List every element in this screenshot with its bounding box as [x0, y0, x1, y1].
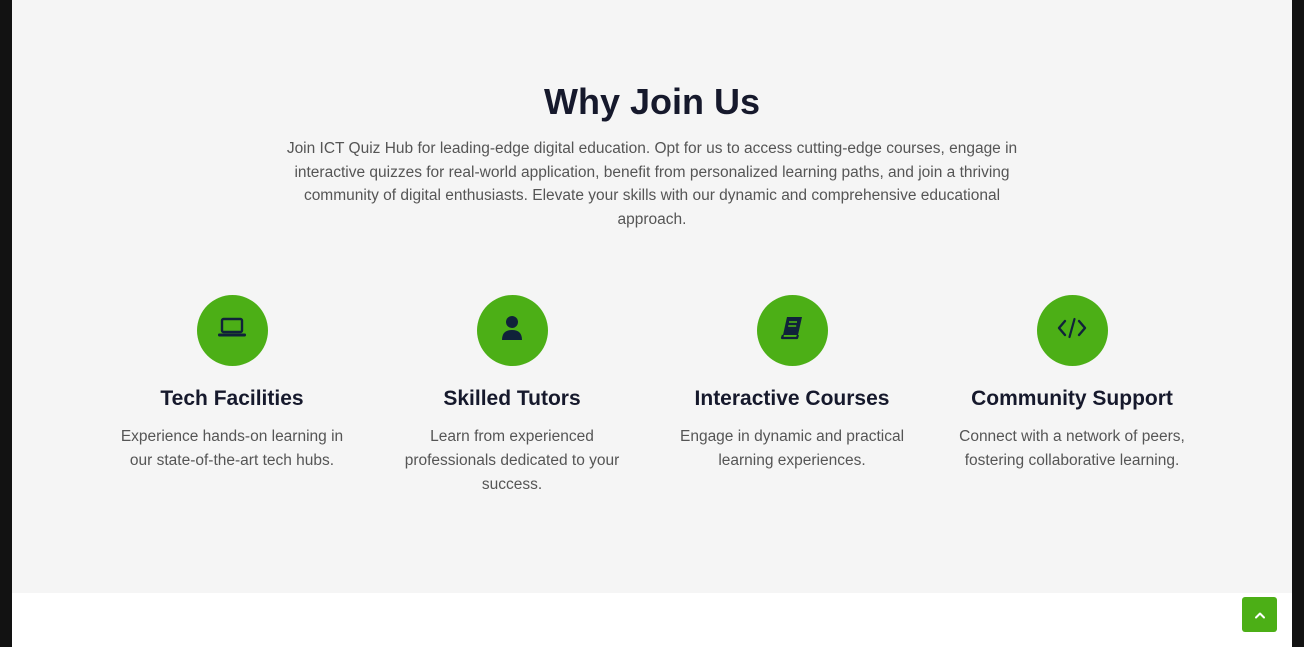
feature-skilled-tutors: Skilled Tutors Learn from experienced pr…	[387, 295, 637, 497]
right-frame-edge	[1292, 0, 1304, 647]
book-icon	[779, 315, 805, 346]
page: Why Join Us Join ICT Quiz Hub for leadin…	[12, 0, 1292, 647]
feature-icon-circle	[756, 295, 828, 366]
section-description: Join ICT Quiz Hub for leading-edge digit…	[286, 140, 1018, 228]
code-icon	[1057, 316, 1087, 345]
feature-title: Tech Facilities	[160, 387, 304, 410]
feature-text: Learn from experienced professionals ded…	[404, 428, 620, 493]
feature-community-support: Community Support Connect with a network…	[947, 295, 1197, 473]
user-icon	[501, 315, 523, 346]
scroll-to-top-button[interactable]	[1242, 597, 1277, 632]
feature-tech-facilities: Tech Facilities Experience hands-on lear…	[107, 295, 357, 473]
why-join-us-section: Why Join Us Join ICT Quiz Hub for leadin…	[12, 0, 1292, 593]
laptop-icon	[217, 317, 247, 344]
feature-title: Interactive Courses	[694, 387, 890, 410]
feature-icon-circle	[196, 295, 268, 366]
feature-title: Community Support	[971, 387, 1173, 410]
feature-interactive-courses: Interactive Courses Engage in dynamic an…	[667, 295, 917, 473]
feature-text: Engage in dynamic and practical learning…	[679, 428, 905, 469]
feature-text: Experience hands-on learning in our stat…	[120, 428, 344, 469]
section-title: Why Join Us	[543, 81, 761, 122]
feature-icon-circle	[1036, 295, 1108, 366]
chevron-up-icon	[1254, 606, 1266, 624]
feature-text: Connect with a network of peers, fosteri…	[959, 428, 1185, 469]
feature-title: Skilled Tutors	[443, 387, 581, 410]
feature-icon-circle	[476, 295, 548, 366]
left-frame-edge	[0, 0, 12, 647]
